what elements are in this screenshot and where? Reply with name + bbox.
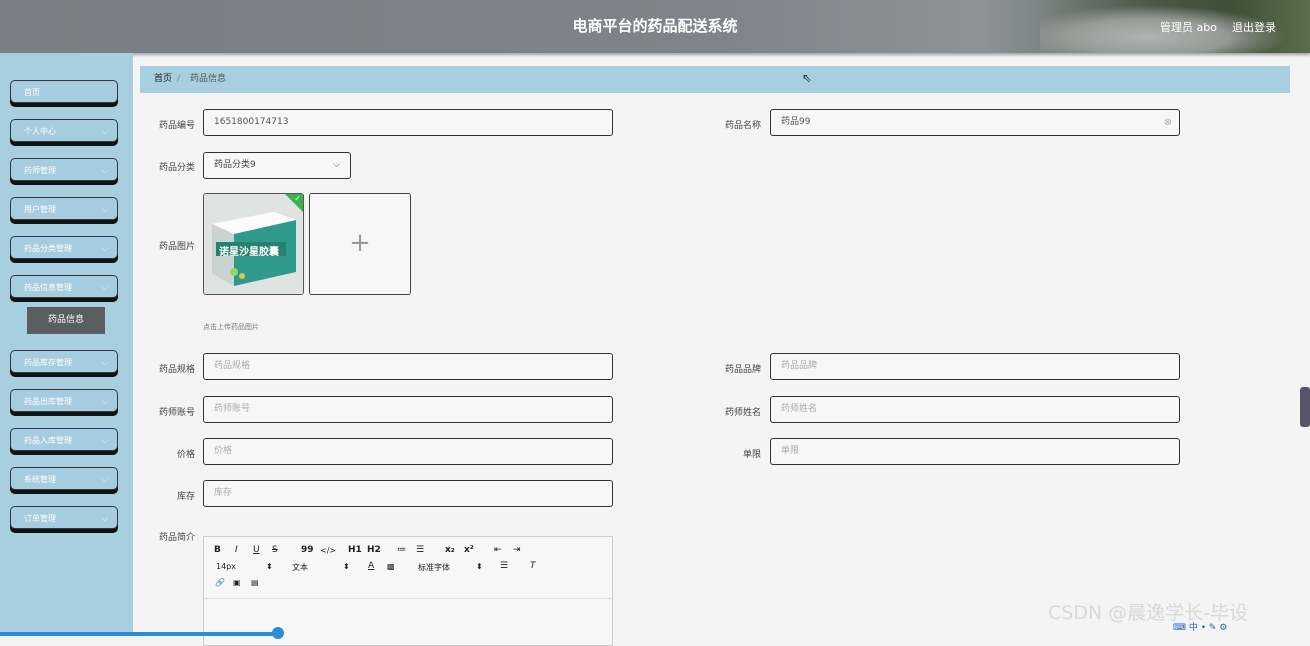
price-input[interactable]: 价格 <box>203 438 613 465</box>
ime-toolbar-icon[interactable]: ⌨ 中 • ✎ ⚙ <box>1173 620 1227 633</box>
font-family-select[interactable]: 标准字体 <box>418 562 450 573</box>
sidebar-item-pharmacist[interactable]: 药师管理 ⌵ <box>10 158 118 181</box>
sidebar-item-profile[interactable]: 个人中心 ⌵ <box>10 119 118 142</box>
drug-image-thumbnail[interactable]: 诺星沙星胶囊 ✓ <box>203 193 304 295</box>
chevron-updown-icon: ⬍ <box>476 562 483 571</box>
system-title: 电商平台的药品配送系统 <box>572 17 738 35</box>
chevron-updown-icon: ⬍ <box>343 562 350 571</box>
spec-input[interactable]: 药品规格 <box>203 353 613 380</box>
chevron-down-icon: ⌵ <box>101 475 108 484</box>
strike-button[interactable]: S <box>272 545 278 555</box>
plus-icon: + <box>349 228 371 258</box>
breadcrumb-home[interactable]: 首页 <box>154 66 172 93</box>
side-scroll-handle[interactable] <box>1300 387 1310 427</box>
category-label: 药品分类 <box>158 163 195 173</box>
rich-text-editor[interactable]: B I U S 99 </> H1 H2 ≔ ☰ x₂ x² ⇤ ⇥ 14px … <box>203 536 613 646</box>
text-type-select[interactable]: 文本 <box>292 562 308 573</box>
intro-label: 药品简介 <box>158 533 195 543</box>
superscript-button[interactable]: x² <box>464 545 474 555</box>
sidebar-item-home[interactable]: 首页 <box>10 80 118 103</box>
chevron-down-icon: ⌵ <box>333 160 340 170</box>
code-field[interactable]: 1651800174713 <box>203 109 613 136</box>
chevron-down-icon: ⌵ <box>101 514 108 523</box>
link-icon[interactable]: 🔗 <box>215 578 225 587</box>
sidebar-item-inbound[interactable]: 药品入库管理 ⌵ <box>10 428 118 451</box>
upload-image-button[interactable]: + <box>309 193 411 295</box>
italic-button[interactable]: I <box>235 545 238 555</box>
sidebar-item-drug-info[interactable]: 药品信息管理 ⌵ <box>10 275 118 298</box>
sidebar-item-orders[interactable]: 订单管理 ⌵ <box>10 506 118 529</box>
progress-knob[interactable] <box>272 627 284 639</box>
chevron-down-icon: ⌵ <box>101 205 108 214</box>
subscript-button[interactable]: x₂ <box>445 545 455 555</box>
sidebar-item-category[interactable]: 药品分类管理 ⌵ <box>10 236 118 259</box>
bullet-list-button[interactable]: ☰ <box>416 545 424 555</box>
align-icon[interactable]: ☰ <box>500 561 508 571</box>
limit-input[interactable]: 单限 <box>770 438 1180 465</box>
pharmacist-name-label: 药师姓名 <box>724 408 761 418</box>
mouse-cursor-icon: ⇖ <box>802 71 813 85</box>
chevron-down-icon: ⌵ <box>101 283 108 292</box>
chevron-updown-icon: ⬍ <box>266 562 273 571</box>
stock-input[interactable]: 库存 <box>203 480 613 507</box>
sidebar-subitem-drug-info[interactable]: 药品信息 <box>27 307 105 334</box>
chevron-down-icon: ⌵ <box>101 436 108 445</box>
sidebar-item-system[interactable]: 系统管理 ⌵ <box>10 467 118 490</box>
outdent-button[interactable]: ⇤ <box>494 545 502 555</box>
brand-input[interactable]: 药品品牌 <box>770 353 1180 380</box>
chevron-down-icon: ⌵ <box>101 166 108 175</box>
font-color-icon[interactable]: A <box>368 561 374 571</box>
spec-label: 药品规格 <box>158 365 195 375</box>
h1-button[interactable]: H1 <box>348 545 362 555</box>
clear-format-icon[interactable]: T <box>530 561 536 571</box>
editor-toolbar: B I U S 99 </> H1 H2 ≔ ☰ x₂ x² ⇤ ⇥ 14px … <box>204 537 612 599</box>
indent-button[interactable]: ⇥ <box>513 545 521 555</box>
top-header: 电商平台的药品配送系统 管理员 abo 退出登录 <box>0 0 1310 53</box>
code-block-button[interactable]: </> <box>320 546 336 555</box>
clear-icon[interactable]: ⊗ <box>1164 110 1172 135</box>
breadcrumb-separator: / <box>177 74 181 84</box>
chevron-down-icon: ⌵ <box>101 397 108 406</box>
image-icon[interactable]: ▣ <box>233 578 241 587</box>
price-label: 价格 <box>176 450 195 460</box>
h2-button[interactable]: H2 <box>367 545 381 555</box>
pharmacist-account-label: 药师账号 <box>158 408 195 418</box>
name-field[interactable]: 药品99 ⊗ <box>770 109 1180 136</box>
package-text: 诺星沙星胶囊 <box>219 247 279 258</box>
code-label: 药品编号 <box>158 121 195 131</box>
sidebar-item-outbound[interactable]: 药品出库管理 ⌵ <box>10 389 118 412</box>
admin-label: 管理员 abo <box>1160 21 1217 34</box>
underline-button[interactable]: U <box>253 545 260 555</box>
brand-label: 药品品牌 <box>724 365 761 375</box>
sidebar: 首页 个人中心 ⌵ 药师管理 ⌵ 用户管理 ⌵ 药品分类管理 ⌵ 药品信息管理 ⌵ 药品信… <box>0 53 133 636</box>
limit-label: 单限 <box>742 450 761 460</box>
pharmacist-name-input[interactable]: 药师姓名 <box>770 396 1180 423</box>
chevron-down-icon: ⌵ <box>101 127 108 136</box>
background-color-icon[interactable]: ▩ <box>387 562 395 571</box>
font-size-select[interactable]: 14px <box>216 562 236 571</box>
chevron-down-icon: ⌵ <box>101 244 108 253</box>
breadcrumb-current: 药品信息 <box>190 74 227 84</box>
image-label: 药品图片 <box>158 242 195 252</box>
category-select[interactable]: 药品分类9 ⌵ <box>203 152 351 179</box>
sidebar-item-users[interactable]: 用户管理 ⌵ <box>10 197 118 220</box>
blockquote-button[interactable]: 99 <box>301 545 314 555</box>
name-label: 药品名称 <box>724 121 761 131</box>
upload-hint: 点击上传药品图片 <box>203 323 259 331</box>
video-icon[interactable]: ▤ <box>251 578 259 587</box>
pharmacist-account-input[interactable]: 药师账号 <box>203 396 613 423</box>
bold-button[interactable]: B <box>214 545 221 555</box>
stock-label: 库存 <box>176 492 195 502</box>
logout-button[interactable]: 退出登录 <box>1232 19 1276 35</box>
progress-bar <box>0 632 280 636</box>
sidebar-item-stock[interactable]: 药品库存管理 ⌵ <box>10 350 118 373</box>
chevron-down-icon: ⌵ <box>101 358 108 367</box>
breadcrumb: 首页 / 药品信息 <box>140 66 1290 93</box>
check-icon: ✓ <box>294 194 301 203</box>
ordered-list-button[interactable]: ≔ <box>397 545 406 555</box>
